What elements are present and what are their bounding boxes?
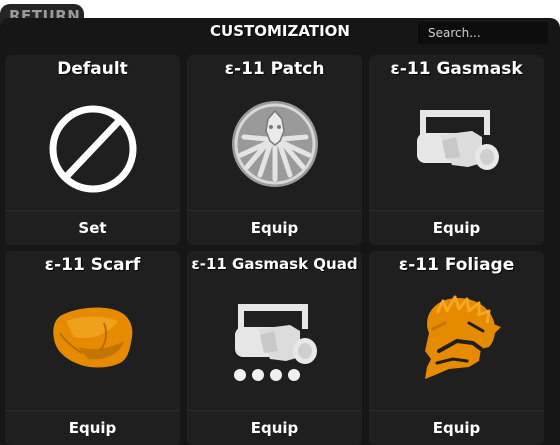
foliage-icon — [369, 293, 544, 383]
item-name: ε-11 Patch — [224, 59, 325, 79]
item-name: Default — [57, 59, 128, 79]
gasmask-quad-icon — [187, 299, 362, 385]
item-grid: Default Set ε-11 Patch Equip ε-11 Gasmas… — [0, 0, 560, 445]
equip-button[interactable]: Equip — [187, 210, 362, 245]
set-button[interactable]: Set — [5, 210, 180, 245]
item-card-scarf[interactable]: ε-11 Scarf Equip — [5, 251, 180, 445]
patch-icon — [187, 99, 362, 189]
none-icon — [5, 103, 180, 195]
equip-button[interactable]: Equip — [5, 410, 180, 445]
item-card-default[interactable]: Default Set — [5, 55, 180, 245]
item-card-gasmask[interactable]: ε-11 Gasmask Equip — [369, 55, 544, 245]
item-name: ε-11 Gasmask Quad — [191, 255, 358, 273]
item-name: ε-11 Gasmask — [390, 59, 523, 79]
item-name: ε-11 Scarf — [44, 255, 141, 275]
equip-button[interactable]: Equip — [369, 410, 544, 445]
gasmask-icon — [369, 105, 544, 175]
item-card-foliage[interactable]: ε-11 Foliage Equip — [369, 251, 544, 445]
item-card-patch[interactable]: ε-11 Patch Equip — [187, 55, 362, 245]
equip-button[interactable]: Equip — [369, 210, 544, 245]
scarf-icon — [5, 303, 180, 375]
item-name: ε-11 Foliage — [398, 255, 515, 275]
equip-button[interactable]: Equip — [187, 410, 362, 445]
item-card-gasmask-quad[interactable]: ε-11 Gasmask Quad Equip — [187, 251, 362, 445]
